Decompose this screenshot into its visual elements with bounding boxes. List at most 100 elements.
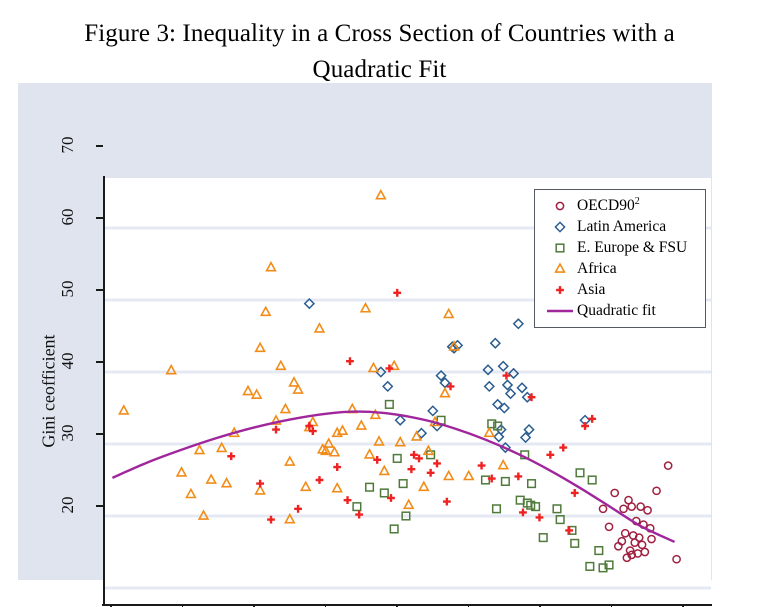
data-point xyxy=(175,466,188,477)
data-point xyxy=(427,405,439,417)
y-tick xyxy=(96,145,103,147)
y-tick xyxy=(96,361,103,363)
data-point xyxy=(442,307,455,319)
data-point xyxy=(193,443,206,455)
series-africa xyxy=(118,188,509,524)
data-point xyxy=(299,480,312,492)
data-point xyxy=(610,488,620,498)
y-tick-label: 60 xyxy=(58,208,77,226)
y-tick-label: 30 xyxy=(58,424,77,442)
line-marker-icon xyxy=(543,303,577,319)
data-point xyxy=(259,305,272,317)
data-point xyxy=(294,504,302,513)
square-marker-icon xyxy=(543,240,577,256)
data-point xyxy=(620,528,630,538)
data-point xyxy=(375,188,387,200)
legend-item-asia[interactable]: Asia xyxy=(535,279,705,300)
data-point xyxy=(394,414,406,426)
data-point xyxy=(346,357,354,366)
data-point xyxy=(439,386,451,398)
data-point xyxy=(365,482,375,492)
data-point xyxy=(272,425,280,434)
page-title: Figure 3: Inequality in a Cross Section … xyxy=(0,16,759,88)
series-e-europe-fsu xyxy=(352,399,614,573)
data-point xyxy=(483,426,496,438)
y-tick xyxy=(96,505,103,507)
data-point xyxy=(315,476,324,484)
data-point xyxy=(570,489,579,497)
data-point xyxy=(227,452,236,461)
data-point xyxy=(477,461,486,470)
data-point xyxy=(489,337,501,349)
data-point xyxy=(442,497,451,506)
series-oecd90 xyxy=(598,461,681,564)
data-point xyxy=(352,502,362,512)
y-axis-title: Gini ceofficient xyxy=(38,334,59,448)
legend-item-label: Latin America xyxy=(577,217,667,235)
data-point xyxy=(393,288,402,297)
data-point xyxy=(497,458,509,470)
data-point xyxy=(355,419,368,430)
data-point xyxy=(588,414,597,423)
data-point xyxy=(343,496,352,505)
data-point xyxy=(382,380,394,393)
data-point xyxy=(565,526,574,535)
legend-item-label: E. Europe & FSU xyxy=(577,238,688,256)
data-point xyxy=(275,359,287,371)
data-point xyxy=(220,476,233,488)
data-point xyxy=(538,533,548,543)
figure-title-line-1: Figure 3: Inequality in a Cross Section … xyxy=(84,20,675,47)
legend-item-latin-america[interactable]: Latin America xyxy=(535,216,705,237)
data-point xyxy=(619,504,628,514)
data-point xyxy=(480,475,491,485)
data-point xyxy=(265,260,277,272)
data-point xyxy=(442,469,455,481)
data-point xyxy=(313,322,326,333)
data-point xyxy=(585,561,595,571)
data-point xyxy=(652,486,661,496)
data-point xyxy=(118,404,130,415)
data-point xyxy=(594,546,604,556)
data-point xyxy=(398,479,408,489)
data-point xyxy=(575,468,585,478)
chart-panel: 2505001000200040008000160003200064000 20… xyxy=(18,83,712,607)
data-point xyxy=(389,524,399,534)
data-point xyxy=(604,522,614,532)
data-point xyxy=(643,505,652,515)
data-point xyxy=(426,468,435,477)
data-point xyxy=(205,473,217,484)
legend-item-label: Africa xyxy=(577,259,617,277)
legend-item-oecd90[interactable]: OECD902 xyxy=(535,195,705,216)
data-point xyxy=(497,360,509,372)
legend-item-quadratic-fit[interactable]: Quadratic fit xyxy=(535,300,705,321)
data-point xyxy=(514,472,523,481)
data-point xyxy=(418,480,430,492)
data-point xyxy=(242,384,254,396)
data-point xyxy=(630,538,640,547)
x-axis-line xyxy=(102,604,712,606)
data-point xyxy=(512,318,525,330)
data-point xyxy=(185,487,197,499)
data-point xyxy=(636,502,645,511)
data-point xyxy=(331,481,343,493)
data-point xyxy=(256,479,265,488)
data-point xyxy=(627,502,637,511)
legend-item-africa[interactable]: Africa xyxy=(535,258,705,279)
data-point xyxy=(333,463,342,471)
data-point xyxy=(328,445,341,457)
data-point xyxy=(500,476,510,486)
data-point xyxy=(402,498,415,510)
diamond-marker-icon xyxy=(543,219,577,235)
plus-marker-icon xyxy=(543,282,577,298)
legend-item-e-europe-fsu[interactable]: E. Europe & FSU xyxy=(535,237,705,258)
data-point xyxy=(373,455,382,464)
data-point xyxy=(407,465,416,474)
data-point xyxy=(516,382,528,394)
data-point xyxy=(581,422,589,430)
data-point xyxy=(359,301,372,313)
data-point xyxy=(663,461,673,470)
y-tick-label: 40 xyxy=(58,352,77,370)
data-point xyxy=(379,488,389,498)
triangle-marker-icon xyxy=(543,261,577,277)
data-point xyxy=(433,459,441,468)
